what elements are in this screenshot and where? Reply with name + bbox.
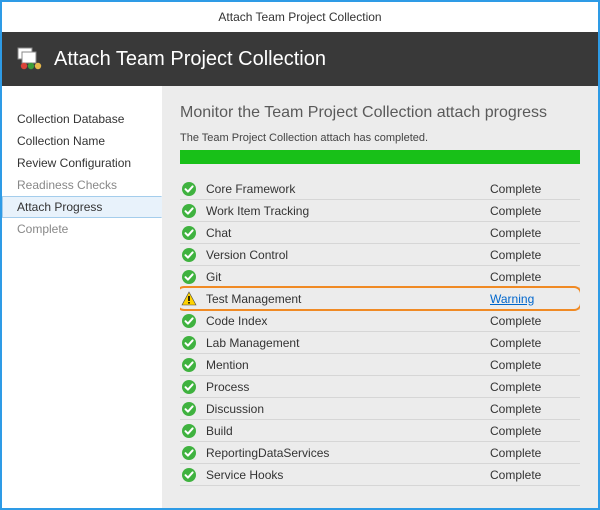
progress-row-label: Mention bbox=[206, 358, 490, 372]
window-title: Attach Team Project Collection bbox=[2, 2, 598, 32]
success-icon bbox=[180, 246, 198, 264]
progress-row: Lab ManagementComplete bbox=[180, 332, 580, 354]
banner: Attach Team Project Collection bbox=[2, 32, 598, 86]
progress-row-label: Work Item Tracking bbox=[206, 204, 490, 218]
progress-row-label: Git bbox=[206, 270, 490, 284]
progress-row-label: Version Control bbox=[206, 248, 490, 262]
project-collection-icon bbox=[16, 44, 44, 75]
sidebar-item: Complete bbox=[2, 218, 162, 240]
progress-row-status: Complete bbox=[490, 204, 580, 218]
progress-row: Work Item TrackingComplete bbox=[180, 200, 580, 222]
progress-row-status: Complete bbox=[490, 380, 580, 394]
progress-row: Core FrameworkComplete bbox=[180, 178, 580, 200]
dialog-window: Attach Team Project Collection Attach Te… bbox=[0, 0, 600, 510]
progress-row: GitComplete bbox=[180, 266, 580, 288]
sidebar-item[interactable]: Attach Progress bbox=[2, 196, 162, 218]
progress-row-status: Complete bbox=[490, 358, 580, 372]
success-icon bbox=[180, 400, 198, 418]
sidebar-item-label: Readiness Checks bbox=[17, 178, 117, 192]
main-panel: Monitor the Team Project Collection atta… bbox=[162, 86, 598, 508]
progress-row-label: Chat bbox=[206, 226, 490, 240]
progress-row-label: Lab Management bbox=[206, 336, 490, 350]
progress-row-status: Complete bbox=[490, 446, 580, 460]
progress-row-status: Complete bbox=[490, 226, 580, 240]
progress-row: Code IndexComplete bbox=[180, 310, 580, 332]
sidebar-item-label: Review Configuration bbox=[17, 156, 131, 170]
progress-row-label: Process bbox=[206, 380, 490, 394]
sidebar-item-label: Collection Database bbox=[17, 112, 124, 126]
success-icon bbox=[180, 224, 198, 242]
progress-list[interactable]: Core FrameworkCompleteWork Item Tracking… bbox=[180, 178, 580, 508]
success-icon bbox=[180, 444, 198, 462]
progress-row: BuildComplete bbox=[180, 420, 580, 442]
sidebar-item[interactable]: Collection Database bbox=[2, 108, 162, 130]
progress-row-status-link[interactable]: Warning bbox=[490, 292, 580, 306]
progress-row: Version ControlComplete bbox=[180, 244, 580, 266]
success-icon bbox=[180, 378, 198, 396]
progress-bar bbox=[180, 150, 580, 164]
progress-row-status: Complete bbox=[490, 468, 580, 482]
status-text: The Team Project Collection attach has c… bbox=[180, 132, 580, 144]
progress-row-status: Complete bbox=[490, 314, 580, 328]
main-heading: Monitor the Team Project Collection atta… bbox=[180, 104, 580, 122]
sidebar-item[interactable]: Collection Name bbox=[2, 130, 162, 152]
progress-row-label: Build bbox=[206, 424, 490, 438]
progress-row-status: Complete bbox=[490, 336, 580, 350]
progress-row-status: Complete bbox=[490, 182, 580, 196]
progress-row: ReportingDataServicesComplete bbox=[180, 442, 580, 464]
wizard-sidebar: Collection Database Collection Name Review… bbox=[2, 86, 162, 508]
progress-row-status: Complete bbox=[490, 424, 580, 438]
progress-row-label: Core Framework bbox=[206, 182, 490, 196]
progress-row-label: Code Index bbox=[206, 314, 490, 328]
dialog-body: Collection Database Collection Name Review… bbox=[2, 86, 598, 508]
progress-row: Test ManagementWarning bbox=[180, 288, 580, 310]
progress-row-label: Discussion bbox=[206, 402, 490, 416]
progress-row: Service HooksComplete bbox=[180, 464, 580, 486]
progress-row-label: ReportingDataServices bbox=[206, 446, 490, 460]
sidebar-item-label: Attach Progress bbox=[17, 200, 102, 214]
progress-row-label: Service Hooks bbox=[206, 468, 490, 482]
sidebar-item[interactable]: Review Configuration bbox=[2, 152, 162, 174]
success-icon bbox=[180, 466, 198, 484]
sidebar-item-label: Collection Name bbox=[17, 134, 105, 148]
progress-row-status: Complete bbox=[490, 402, 580, 416]
success-icon bbox=[180, 202, 198, 220]
progress-row-status: Complete bbox=[490, 248, 580, 262]
success-icon bbox=[180, 334, 198, 352]
success-icon bbox=[180, 356, 198, 374]
success-icon bbox=[180, 422, 198, 440]
progress-row: MentionComplete bbox=[180, 354, 580, 376]
success-icon bbox=[180, 180, 198, 198]
progress-row: ChatComplete bbox=[180, 222, 580, 244]
banner-title: Attach Team Project Collection bbox=[54, 48, 326, 71]
progress-row-label: Test Management bbox=[206, 292, 490, 306]
success-icon bbox=[180, 312, 198, 330]
progress-row-status: Complete bbox=[490, 270, 580, 284]
sidebar-item-label: Complete bbox=[17, 222, 68, 236]
progress-row: DiscussionComplete bbox=[180, 398, 580, 420]
warning-icon bbox=[180, 290, 198, 308]
success-icon bbox=[180, 268, 198, 286]
progress-row: ProcessComplete bbox=[180, 376, 580, 398]
sidebar-item: Readiness Checks bbox=[2, 174, 162, 196]
